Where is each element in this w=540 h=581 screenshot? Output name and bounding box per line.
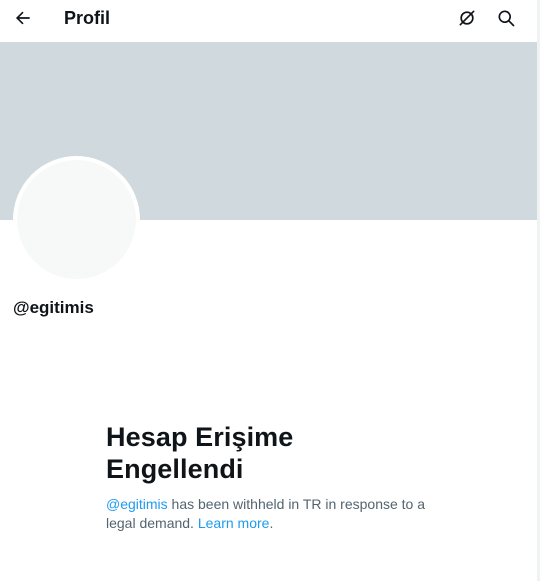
search-button[interactable] bbox=[494, 6, 518, 30]
profile-handle: @egitimis bbox=[13, 298, 94, 317]
grok-button[interactable] bbox=[455, 6, 479, 30]
withheld-notice: Hesap Erişime Engellendi @egitimis has b… bbox=[106, 421, 436, 533]
search-icon bbox=[498, 10, 515, 27]
back-button[interactable] bbox=[10, 4, 36, 32]
page-title: Profil bbox=[64, 8, 111, 28]
grok-icon bbox=[459, 10, 475, 26]
withheld-period: . bbox=[269, 515, 274, 531]
arrow-left-icon bbox=[15, 11, 30, 25]
avatar[interactable] bbox=[13, 156, 140, 283]
withheld-message: @egitimis has been withheld in TR in res… bbox=[106, 495, 436, 533]
learn-more-link[interactable]: Learn more bbox=[198, 515, 270, 531]
withheld-title: Hesap Erişime Engellendi bbox=[106, 422, 294, 484]
handle-link[interactable]: @egitimis bbox=[106, 496, 168, 512]
profile-page: Profil @egitimis Hesap Erişime Engellend… bbox=[0, 0, 540, 581]
top-bar: Profil bbox=[0, 0, 537, 37]
